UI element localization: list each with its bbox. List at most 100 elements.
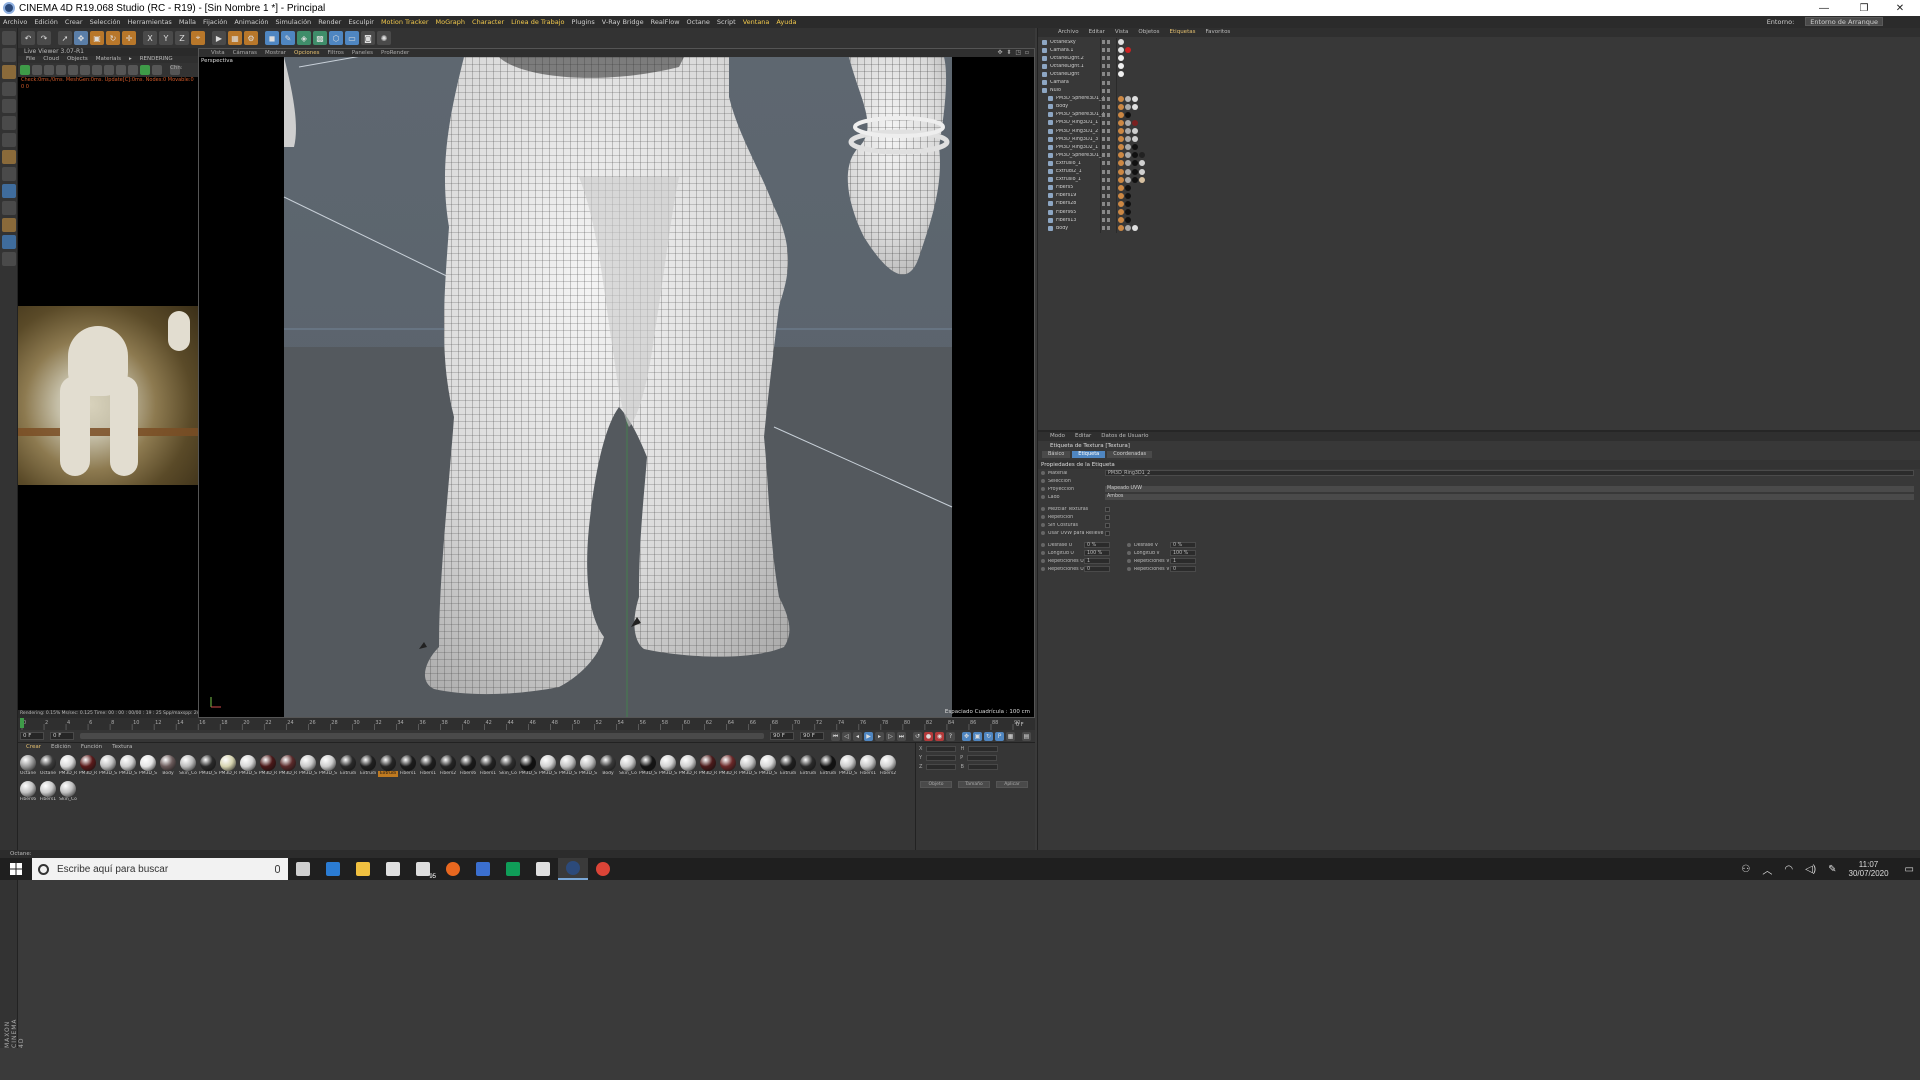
perspective-viewport[interactable]: Vista Cámaras Mostrar Opciones Filtros Panele…	[198, 48, 1035, 718]
visibility-flags[interactable]	[1102, 145, 1110, 150]
render-visibility-dot[interactable]	[1107, 96, 1110, 101]
subtab-tag[interactable]: Etiqueta	[1072, 451, 1106, 458]
attribute-field-value[interactable]: 1	[1084, 558, 1110, 564]
visibility-flags[interactable]	[1102, 80, 1110, 85]
menu-render[interactable]: Render	[318, 18, 341, 26]
key-pla-icon[interactable]: ▦	[1006, 731, 1015, 741]
object-row[interactable]: OctaneLight.2	[1042, 54, 1342, 62]
om-menu-objetos[interactable]: Objetos	[1138, 28, 1159, 37]
object-mode-dropdown[interactable]: Objeto	[920, 781, 952, 788]
object-row[interactable]: Extrusió_1	[1042, 176, 1342, 184]
sculpt-mode-icon[interactable]	[2, 184, 16, 198]
material-swatch[interactable]: Extrudi	[338, 754, 358, 780]
material-swatch[interactable]: PM3D_R	[78, 754, 98, 780]
undo-icon[interactable]: ↶	[21, 31, 35, 45]
key-rotation-icon[interactable]: ↻	[984, 731, 993, 741]
viewport-nav-icons[interactable]: ✥ ⬍ ◳ ▫	[997, 49, 1030, 56]
object-row[interactable]: Extrusió_1	[1042, 159, 1342, 167]
play-icon[interactable]: ▶	[864, 731, 873, 741]
material-swatch[interactable]: PM3D_S	[758, 754, 778, 780]
mix-textures-checkbox[interactable]	[1105, 506, 1110, 512]
om-menu-favoritos[interactable]: Favoritos	[1205, 28, 1230, 37]
size-mode-dropdown[interactable]: Tamaño	[958, 781, 990, 788]
material-swatch[interactable]: PM3D_S	[118, 754, 138, 780]
editor-visibility-dot[interactable]	[1102, 104, 1105, 109]
editor-visibility-dot[interactable]	[1102, 210, 1105, 215]
visibility-flags[interactable]	[1102, 169, 1110, 174]
editor-visibility-dot[interactable]	[1102, 64, 1105, 69]
taskbar-photos-button[interactable]	[528, 858, 558, 880]
light-icon[interactable]: ✺	[377, 31, 391, 45]
render-visibility-dot[interactable]	[1107, 56, 1110, 61]
tag-icon[interactable]	[1118, 184, 1124, 191]
tag-icon[interactable]	[1118, 217, 1124, 224]
object-row[interactable]: Cámara.1	[1042, 46, 1342, 54]
render-visibility-dot[interactable]	[1107, 80, 1110, 85]
scale-icon[interactable]: ▣	[90, 31, 104, 45]
menu-motion-tracker[interactable]: Motion Tracker	[381, 18, 429, 26]
editor-visibility-dot[interactable]	[1102, 193, 1105, 198]
material-picker-icon[interactable]	[152, 65, 162, 75]
taskbar-chrome-button[interactable]	[588, 858, 618, 880]
next-key-icon[interactable]: ▷	[886, 731, 895, 741]
editor-visibility-dot[interactable]	[1102, 218, 1105, 223]
tag-icon[interactable]	[1132, 144, 1138, 151]
visibility-flags[interactable]	[1102, 218, 1110, 223]
material-swatch[interactable]: Fibers2	[438, 754, 458, 780]
material-swatch[interactable]: PM3D_R	[698, 754, 718, 780]
seamless-checkbox[interactable]	[1105, 522, 1110, 528]
tag-icon[interactable]	[1125, 176, 1131, 183]
menu-script[interactable]: Script	[717, 18, 736, 26]
uvw-anim-dot[interactable]	[1041, 531, 1045, 535]
tag-icon[interactable]	[1118, 119, 1124, 126]
start-button[interactable]	[0, 858, 32, 880]
material-swatch[interactable]: PM3D_S	[558, 754, 578, 780]
taskbar-explorer-button[interactable]	[348, 858, 378, 880]
material-swatch[interactable]: Extrudi	[818, 754, 838, 780]
render-visibility-dot[interactable]	[1107, 137, 1110, 142]
object-row[interactable]: Body	[1042, 103, 1342, 111]
attribute-field-value[interactable]: 0 %	[1084, 542, 1110, 548]
tag-icon[interactable]	[1118, 47, 1124, 54]
render-view-icon[interactable]: ▶	[212, 31, 226, 45]
tag-icon[interactable]	[1118, 152, 1124, 159]
tag-icon[interactable]	[1118, 111, 1124, 118]
coord-z-field[interactable]	[926, 764, 957, 770]
object-name[interactable]: OctaneLight.1	[1050, 64, 1106, 69]
keyframe-selection-icon[interactable]: ?	[946, 731, 955, 741]
render-picture-viewer-icon[interactable]: ▦	[228, 31, 242, 45]
visibility-flags[interactable]	[1102, 48, 1110, 53]
object-name[interactable]: Nulo	[1050, 88, 1106, 93]
object-row[interactable]: Body	[1042, 224, 1342, 232]
go-to-start-icon[interactable]: ⏮	[831, 731, 840, 741]
coord-p-field[interactable]	[967, 755, 998, 761]
tag-icon[interactable]	[1125, 152, 1131, 159]
render-settings-icon[interactable]: ⚙	[244, 31, 258, 45]
camera-icon[interactable]: ◙	[361, 31, 375, 45]
lv-menu-materials[interactable]: Materials	[96, 56, 121, 63]
prev-key-icon[interactable]: ◁	[842, 731, 851, 741]
object-row[interactable]: PM3D_Sphere3D1_1	[1042, 151, 1342, 159]
anim-dot[interactable]	[1127, 551, 1131, 555]
material-menu-textura[interactable]: Textura	[112, 743, 132, 752]
solo-mode-icon[interactable]	[2, 252, 16, 266]
render-visibility-dot[interactable]	[1107, 201, 1110, 206]
lv-menu-cloud[interactable]: Cloud	[43, 56, 59, 63]
editor-visibility-dot[interactable]	[1102, 161, 1105, 166]
coord-b-field[interactable]	[967, 764, 998, 770]
lv-menu-file[interactable]: File	[26, 56, 35, 63]
viewport-canvas[interactable]	[199, 57, 1034, 717]
tag-icon[interactable]	[1118, 95, 1124, 102]
anim-dot[interactable]	[1041, 567, 1045, 571]
end-frame-field[interactable]: 90 F	[800, 732, 824, 740]
tag-icon[interactable]	[1132, 176, 1138, 183]
go-to-end-icon[interactable]: ⏭	[897, 731, 906, 741]
tag-icon[interactable]	[1132, 128, 1138, 135]
material-swatch[interactable]: Extrudi	[798, 754, 818, 780]
tag-icon[interactable]	[1125, 95, 1131, 102]
tag-icon[interactable]	[1125, 225, 1131, 232]
tag-icon[interactable]	[1132, 95, 1138, 102]
visibility-flags[interactable]	[1102, 104, 1110, 109]
taskbar-search[interactable]: Escribe aquí para buscar	[32, 858, 288, 880]
axis-mode-icon[interactable]	[2, 167, 16, 181]
